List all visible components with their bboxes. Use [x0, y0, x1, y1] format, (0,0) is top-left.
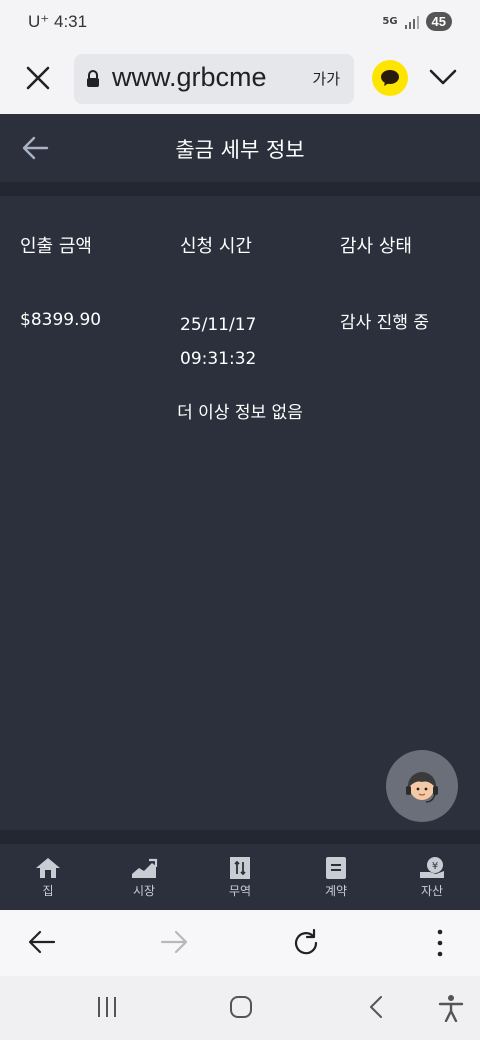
chevron-down-icon[interactable] — [428, 64, 458, 90]
url-field[interactable]: www.grbcme 가가 — [74, 54, 354, 104]
nav-item-home[interactable]: 집 — [0, 844, 96, 910]
nav-item-assets[interactable]: ¥ 자산 — [384, 844, 480, 910]
assets-icon: ¥ — [420, 857, 444, 878]
customer-support-button[interactable] — [386, 750, 458, 822]
nav-item-trade[interactable]: 무역 — [192, 844, 288, 910]
nav-divider — [0, 830, 480, 844]
close-icon — [26, 66, 50, 90]
forward-icon[interactable] — [158, 928, 190, 956]
request-datetime: 25/11/17 09:31:32 — [180, 308, 256, 376]
status-bar: U⁺ 4:31 5G 45 — [0, 0, 480, 48]
svg-text:¥: ¥ — [432, 861, 438, 872]
url-text: www.grbcme — [112, 62, 267, 92]
kakao-talk-button[interactable] — [372, 60, 408, 96]
more-menu-icon[interactable] — [430, 928, 450, 958]
status-left: U⁺ 4:31 — [28, 12, 87, 32]
nav-label-trade: 무역 — [228, 884, 252, 898]
audit-status: 감사 진행 중 — [340, 313, 430, 333]
bottom-nav: 집 시장 무역 계약 ¥ 자산 — [0, 844, 480, 910]
nav-label-home: 집 — [42, 884, 54, 898]
network-label: 5G — [382, 15, 398, 27]
back-icon[interactable] — [26, 928, 58, 956]
nav-item-contract[interactable]: 계약 — [288, 844, 384, 910]
withdrawal-amount: $8399.90 — [20, 310, 102, 330]
close-tab-button[interactable] — [22, 62, 54, 94]
header-request-time: 신청 시간 — [180, 236, 252, 257]
request-date: 25/11/17 — [180, 315, 257, 335]
home-icon — [36, 858, 60, 878]
nav-label-market: 시장 — [132, 884, 156, 898]
system-nav-bar — [0, 976, 480, 1040]
system-back-icon[interactable] — [364, 994, 390, 1020]
battery-indicator: 45 — [425, 12, 452, 31]
page-header: 출금 세부 정보 — [0, 114, 480, 182]
refresh-icon[interactable] — [290, 928, 322, 958]
clock: 4:31 — [53, 12, 88, 31]
text-size-button[interactable]: 가가 — [312, 68, 340, 89]
contract-icon — [326, 857, 346, 879]
header-amount: 인출 금액 — [20, 236, 92, 257]
accessibility-icon[interactable] — [438, 994, 464, 1022]
status-right: 5G 45 — [382, 12, 452, 31]
chat-bubble-icon — [381, 70, 399, 86]
browser-toolbar — [0, 910, 480, 976]
no-more-info-message: 더 이상 정보 없음 — [177, 403, 303, 423]
browser-address-bar: www.grbcme 가가 — [0, 48, 480, 114]
request-time: 09:31:32 — [180, 349, 257, 369]
header-divider — [0, 182, 480, 196]
nav-item-market[interactable]: 시장 — [96, 844, 192, 910]
lock-icon — [87, 70, 99, 87]
header-audit-status: 감사 상태 — [340, 236, 412, 257]
trade-icon — [230, 857, 250, 879]
signal-icon — [404, 15, 419, 29]
support-agent-icon — [406, 772, 438, 803]
nav-label-assets: 자산 — [420, 884, 444, 898]
recent-apps-icon[interactable] — [94, 994, 120, 1020]
carrier: U⁺ — [28, 12, 50, 31]
home-button-icon[interactable] — [228, 994, 254, 1020]
market-chart-icon — [132, 858, 158, 878]
nav-label-contract: 계약 — [324, 884, 348, 898]
page-title: 출금 세부 정보 — [175, 138, 305, 162]
withdrawal-details: 인출 금액 신청 시간 감사 상태 $8399.90 25/11/17 09:3… — [0, 196, 480, 830]
